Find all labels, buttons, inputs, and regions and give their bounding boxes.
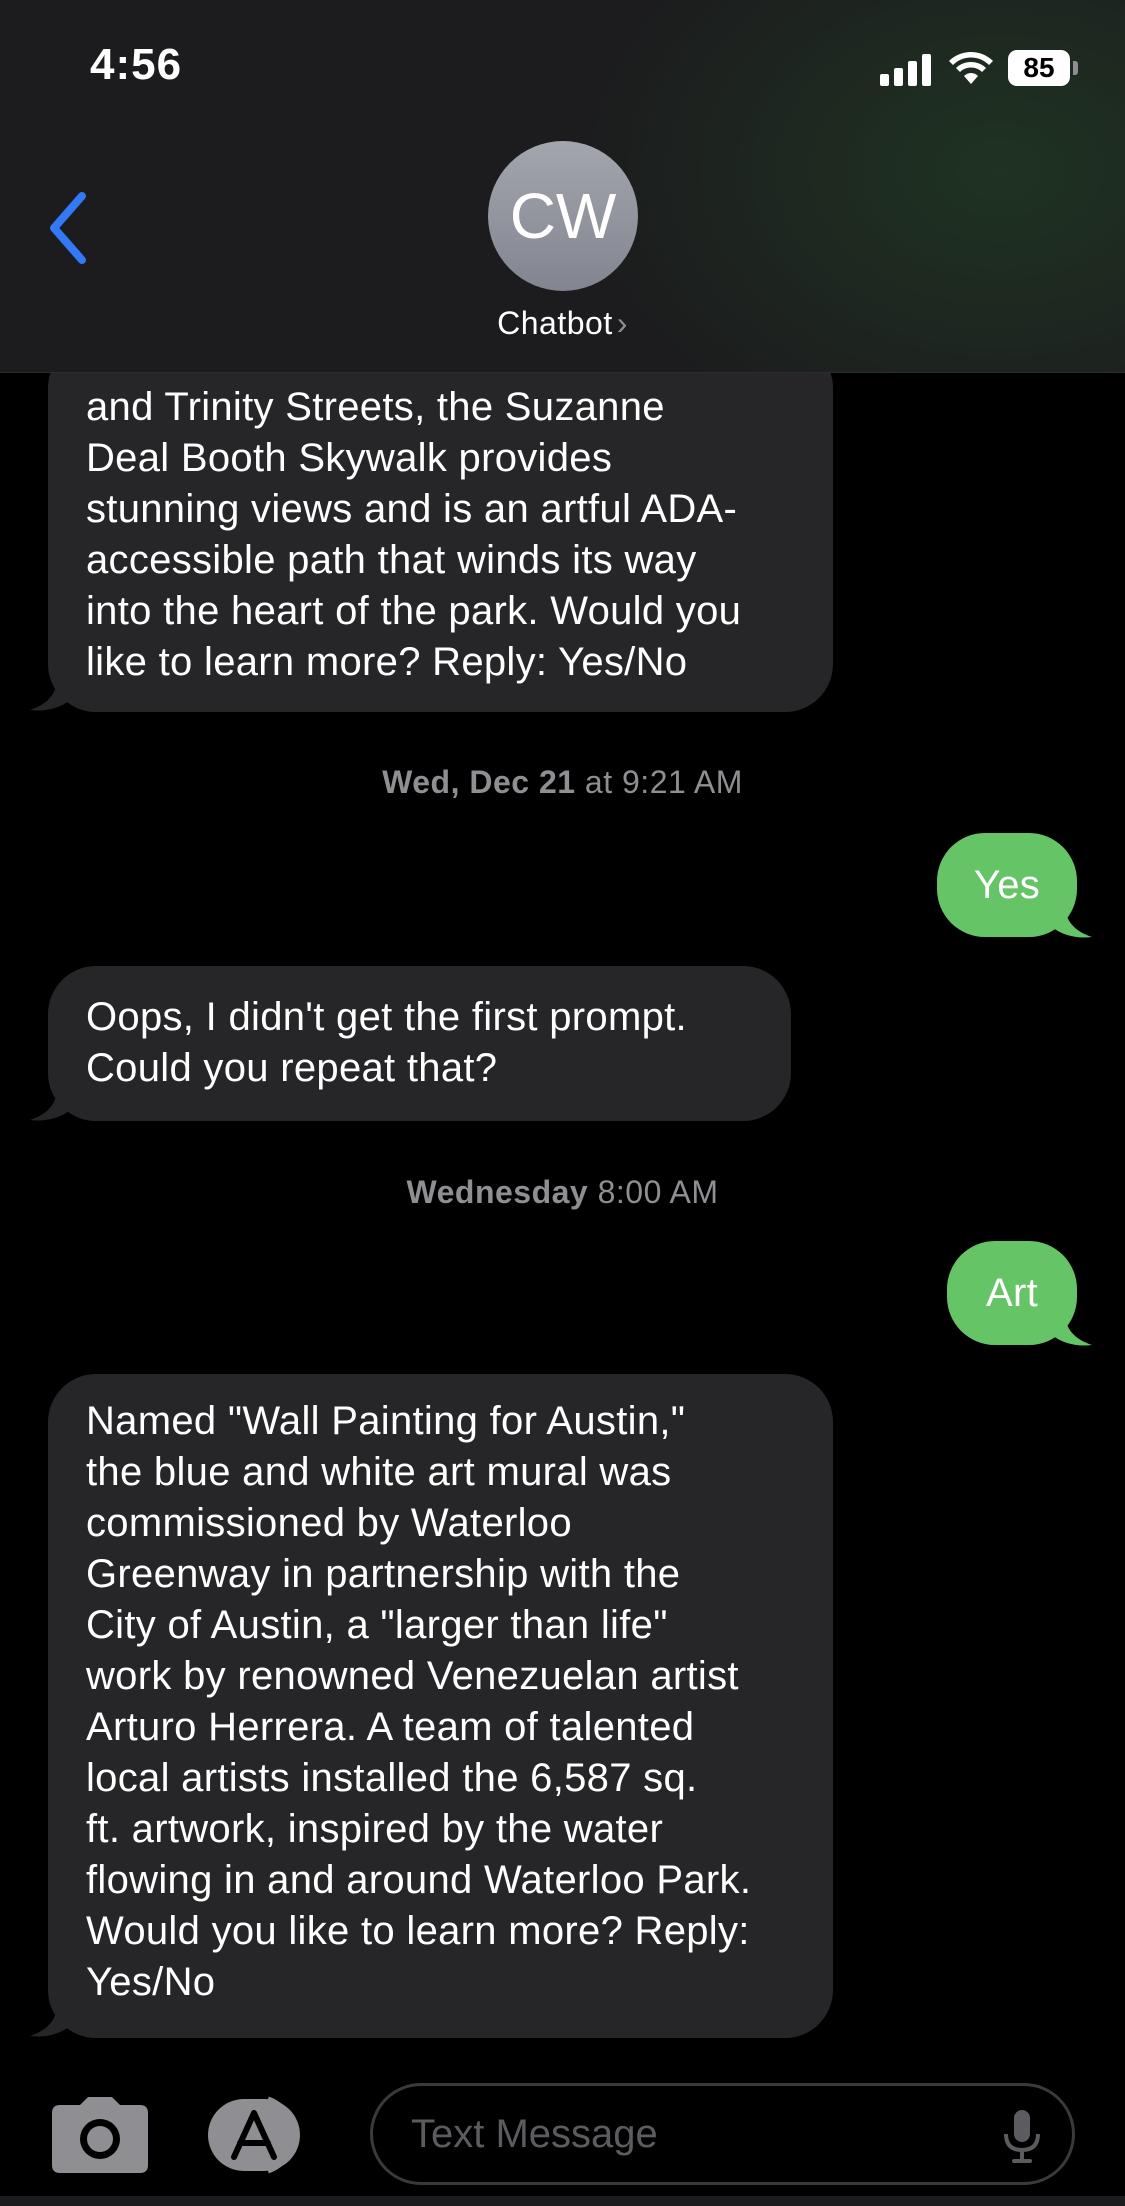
message-line: Arturo Herrera. A team of talented [86, 1705, 695, 1749]
message-line: Could you repeat that? [86, 1046, 498, 1090]
battery-level: 85 [1023, 52, 1055, 83]
message-line: stunning views and is an artful ADA- [86, 487, 738, 531]
contact-name-button[interactable]: Chatbot › [0, 305, 1125, 342]
message-text: Yes [973, 863, 1041, 907]
bubble-tail [30, 1088, 70, 1121]
bottom-edge [0, 2196, 1125, 2206]
bubble-tail [30, 678, 70, 711]
status-time: 4:56 [90, 40, 183, 89]
message-line: work by renowned Venezuelan artist [86, 1654, 739, 1698]
message-line: ft. artwork, inspired by the water [86, 1807, 664, 1851]
message-input-placeholder: Text Message [411, 2112, 658, 2156]
message-line: the blue and white art mural was [86, 1450, 672, 1494]
camera-icon[interactable] [50, 2095, 150, 2175]
timestamp: Wed, Dec 21 at 9:21 AM [0, 764, 1125, 801]
message-line: Oops, I didn't get the first prompt. [86, 995, 687, 1039]
message-text: Art [985, 1271, 1038, 1315]
bubble-tail [1052, 905, 1092, 938]
conversation-header: 4:56 85 CW Chatbot › [0, 0, 1125, 373]
message-line: Would you like to learn more? Reply: [86, 1909, 750, 1953]
avatar-initials: CW [509, 180, 617, 252]
microphone-icon[interactable] [1002, 2108, 1042, 2164]
timestamp-time: at 9:21 AM [584, 764, 743, 800]
message-line: Deal Booth Skywalk provides [86, 436, 613, 480]
message-line: Yes/No [86, 1960, 216, 2004]
message-line: and Trinity Streets, the Suzanne [86, 385, 665, 429]
avatar[interactable]: CW [488, 141, 638, 291]
timestamp-day: Wednesday [406, 1174, 589, 1210]
message-line: City of Austin, a "larger than life" [86, 1603, 668, 1647]
message-line: accessible path that winds its way [86, 538, 697, 582]
timestamp-day: Wed, Dec 21 [382, 764, 576, 800]
incoming-message-bubble[interactable]: Oops, I didn't get the first prompt. Cou… [48, 966, 791, 1121]
timestamp: Wednesday 8:00 AM [0, 1174, 1125, 1211]
bubble-tail [30, 2004, 70, 2037]
app-store-icon[interactable] [206, 2095, 321, 2175]
message-line: into the heart of the park. Would you [86, 589, 742, 633]
chevron-left-icon[interactable] [40, 188, 100, 268]
message-line: local artists installed the 6,587 sq. [86, 1756, 698, 1800]
incoming-message-bubble[interactable]: and Trinity Streets, the Suzanne Deal Bo… [48, 340, 833, 712]
incoming-message-bubble[interactable]: Named "Wall Painting for Austin," the bl… [48, 1374, 833, 2038]
message-line: flowing in and around Waterloo Park. [86, 1858, 752, 1902]
battery-cap [1073, 61, 1078, 75]
contact-name: Chatbot [497, 305, 613, 341]
timestamp-time: 8:00 AM [597, 1174, 719, 1210]
wifi-icon [949, 52, 993, 84]
message-line: like to learn more? Reply: Yes/No [86, 640, 688, 684]
chevron-right-icon: › [616, 305, 628, 341]
message-line: Greenway in partnership with the [86, 1552, 681, 1596]
battery-icon: 85 [1008, 50, 1070, 86]
message-line: commissioned by Waterloo [86, 1501, 572, 1545]
cellular-signal-icon [880, 54, 932, 86]
message-input[interactable]: Text Message [370, 2083, 1075, 2185]
message-line: Named "Wall Painting for Austin," [86, 1399, 686, 1443]
bubble-tail [1052, 1313, 1092, 1346]
